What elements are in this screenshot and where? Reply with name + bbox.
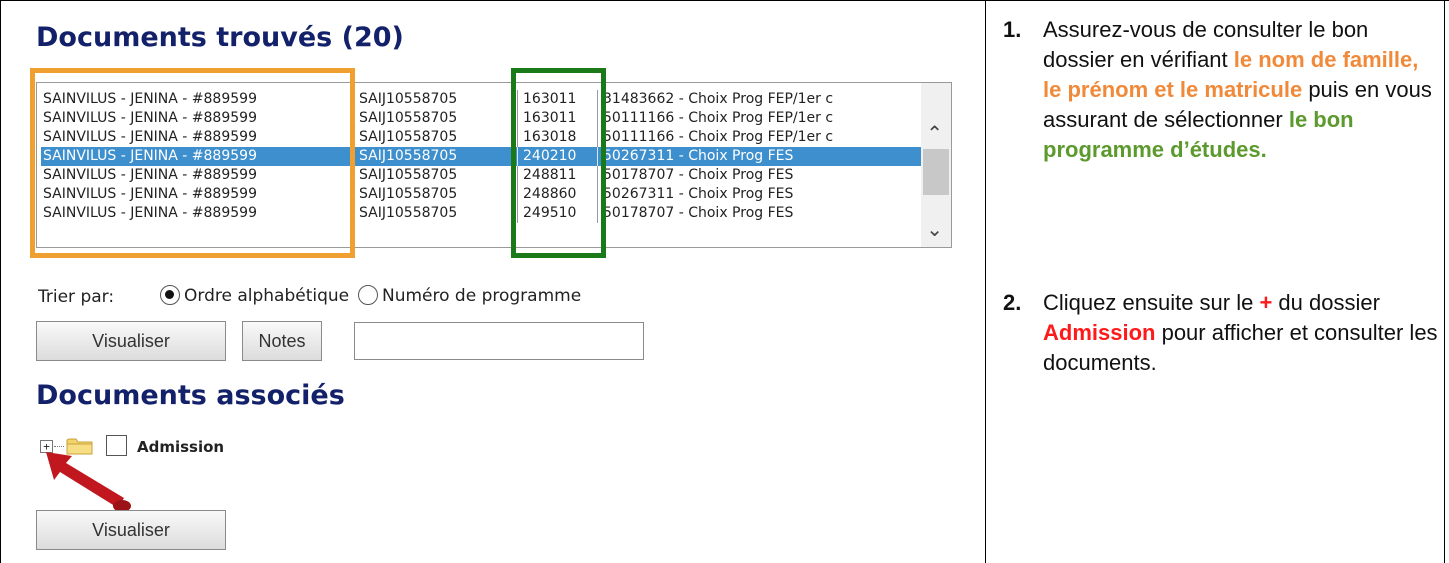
list-cell-desc: 50178707 - Choix Prog FES [603,167,794,183]
step-2-part-3: du dossier [1272,290,1380,315]
sort-label: Trier par: [38,287,115,307]
list-cell-desc: 50111166 - Choix Prog FEP/1er c [603,129,834,145]
listbox-scrollbar[interactable]: ⌃ ⌄ [921,83,951,247]
step-2-part-1: Cliquez ensuite sur le [1043,290,1260,315]
list-cell-code: SAIJ10558705 [359,148,458,164]
sort-alpha-radio[interactable] [160,285,180,305]
visualiser-button-2[interactable]: Visualiser [36,510,226,550]
highlight-program-column [511,68,606,258]
step-1-text: Assurez-vous de consulter le bon dossier… [1043,15,1438,165]
sort-number-label[interactable]: Numéro de programme [382,286,581,306]
visualiser-button[interactable]: Visualiser [36,321,226,361]
list-cell-code: SAIJ10558705 [359,129,458,145]
table-border-middle [985,0,986,563]
list-cell-desc: 50178707 - Choix Prog FES [603,205,794,221]
list-cell-code: SAIJ10558705 [359,167,458,183]
list-cell-desc: 50267311 - Choix Prog FES [603,186,794,202]
list-cell-code: SAIJ10558705 [359,205,458,221]
chevron-up-icon[interactable]: ⌃ [926,123,943,143]
list-cell-desc: 31483662 - Choix Prog FEP/1er c [603,91,834,107]
table-border-top [0,0,1449,1]
red-arrow-icon [46,452,131,512]
chevron-down-icon[interactable]: ⌄ [926,219,943,239]
highlight-name-column [30,68,355,258]
list-cell-code: SAIJ10558705 [359,110,458,126]
tree-item-admission[interactable]: Admission [137,438,224,456]
list-cell-code: SAIJ10558705 [359,91,458,107]
step-2-admission: Admission [1043,320,1156,345]
tree-connector [54,446,64,447]
documents-found-title: Documents trouvés (20) [36,22,404,53]
notes-input[interactable] [354,322,644,360]
scrollbar-thumb[interactable] [923,149,949,195]
list-cell-desc: 50267311 - Choix Prog FES [603,148,794,164]
step-2-number: 2. [1003,290,1022,315]
step-1-number: 1. [1003,17,1022,42]
notes-button[interactable]: Notes [242,321,322,361]
associated-documents-title: Documents associés [36,380,345,411]
sort-alpha-label[interactable]: Ordre alphabétique [184,286,349,306]
list-cell-desc: 50111166 - Choix Prog FEP/1er c [603,110,834,126]
list-cell-code: SAIJ10558705 [359,186,458,202]
step-2-plus: + [1259,290,1273,315]
table-border-left [0,0,1,563]
step-2-text: Cliquez ensuite sur le + du dossier Admi… [1043,288,1438,378]
sort-number-radio[interactable] [358,285,378,305]
table-border-right [1444,0,1445,563]
